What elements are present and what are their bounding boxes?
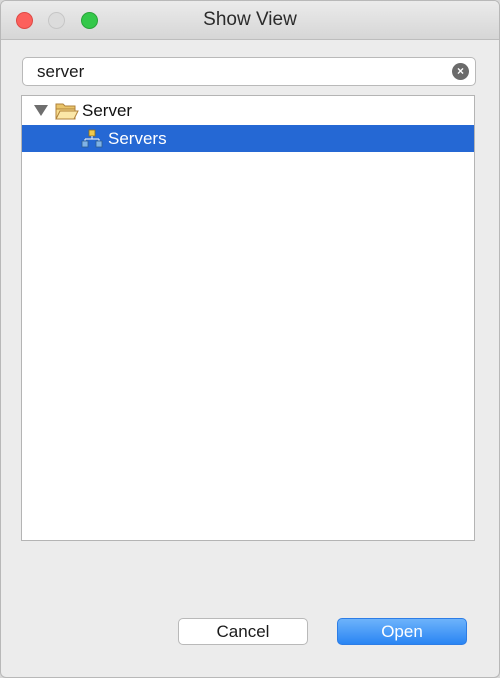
search-field[interactable]: × xyxy=(22,57,476,86)
cancel-button[interactable]: Cancel xyxy=(178,618,308,645)
show-view-dialog: Show View × Server Serve xyxy=(0,0,500,678)
disclosure-triangle-icon[interactable] xyxy=(34,105,48,116)
folder-open-icon xyxy=(55,103,79,120)
servers-icon xyxy=(81,129,103,148)
search-input[interactable] xyxy=(37,61,447,83)
tree-item-label: Server xyxy=(82,101,133,120)
open-button[interactable]: Open xyxy=(337,618,467,645)
tree-item-server-category[interactable]: Server xyxy=(22,97,474,124)
view-tree[interactable]: Server Servers xyxy=(21,95,475,541)
window-title: Show View xyxy=(203,9,297,30)
tree-item-label: Servers xyxy=(108,129,167,148)
clear-icon[interactable]: × xyxy=(452,63,469,80)
title-bar[interactable]: Show View xyxy=(1,1,499,40)
tree-item-servers[interactable]: Servers xyxy=(22,125,474,152)
